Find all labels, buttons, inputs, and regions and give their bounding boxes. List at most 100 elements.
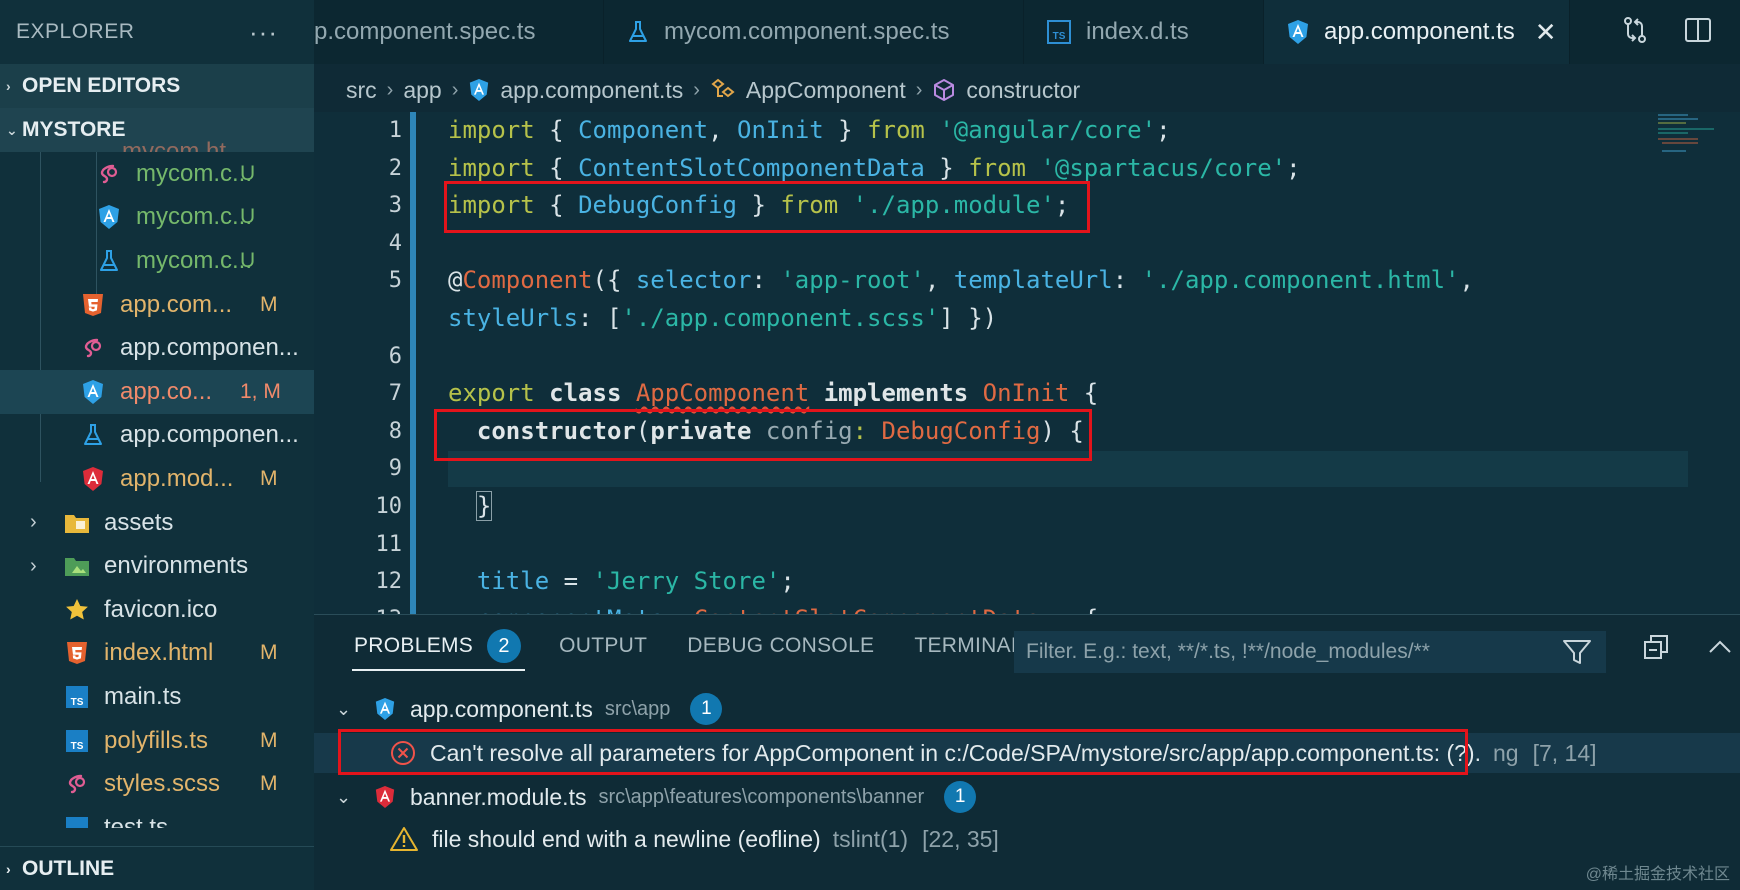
line-number: 1 [388, 118, 402, 143]
breadcrumb-item[interactable]: constructor [966, 77, 1080, 104]
tree-item-polyfills[interactable]: TS polyfills.ts M [0, 719, 314, 763]
tab-label: TERMINAL [914, 634, 1023, 657]
tree-item-main-ts[interactable]: TS main.ts [0, 675, 314, 719]
line-number: 9 [388, 456, 402, 482]
tree-folder-environments[interactable]: › environments [0, 544, 314, 588]
tree-item-label: mycom.c... [136, 246, 253, 274]
tree-item-mycom-spec[interactable]: mycom.c... U [0, 239, 314, 283]
code-line: export class AppComponent implements OnI… [448, 379, 1099, 408]
chevron-up-icon[interactable] [1706, 633, 1734, 666]
tree-item-test-ts[interactable]: TS test.ts [0, 806, 314, 828]
line-number: 10 [375, 493, 403, 519]
chevron-right-icon: › [451, 78, 459, 101]
method-cube-icon [932, 78, 956, 102]
problem-file-row[interactable]: ⌄ banner.module.ts src\app\features\comp… [314, 777, 1740, 817]
html5-icon [64, 640, 90, 666]
compare-changes-icon[interactable] [1620, 15, 1650, 50]
line-number: 12 [375, 569, 403, 595]
tree-item-app-module[interactable]: app.mod... M [0, 457, 314, 501]
breadcrumb-item[interactable]: app [403, 77, 441, 104]
tab-debug-console[interactable]: DEBUG CONSOLE [687, 615, 874, 677]
open-editors-section[interactable]: › OPEN EDITORS [0, 64, 314, 108]
tab-app-spec[interactable]: p.component.spec.ts [314, 0, 604, 64]
tab-terminal[interactable]: TERMINAL [914, 615, 1023, 677]
problem-file-name: banner.module.ts [410, 783, 587, 810]
line-number: 2 [388, 155, 402, 181]
problem-count-badge: 2 [487, 629, 522, 663]
tab-label: OUTPUT [559, 634, 648, 657]
highlight-box-error [338, 729, 1468, 775]
tab-label: mycom.component.spec.ts [664, 18, 950, 45]
tree-item-partial[interactable]: mycom.ht... [0, 128, 314, 152]
code-line: styleUrls: ['./app.component.scss'] }) [448, 303, 998, 332]
chevron-down-icon: ⌄ [336, 698, 352, 719]
tab-output[interactable]: OUTPUT [559, 615, 647, 677]
tree-item-app-scss[interactable]: app.componen... [0, 326, 314, 370]
line-number: 8 [388, 418, 402, 444]
angular-module-icon [80, 466, 106, 492]
git-status-badge: U [240, 161, 256, 185]
git-status-badge: U [240, 248, 256, 272]
watermark: @稀土掘金技术社区 [1585, 866, 1730, 883]
tab-mycom-spec[interactable]: mycom.component.spec.ts [604, 0, 1024, 64]
filter-placeholder: Filter. E.g.: text, **/*.ts, !**/node_mo… [1026, 640, 1430, 663]
tree-item-mycom-scss[interactable]: mycom.c... U [0, 152, 314, 196]
folder-icon [64, 553, 90, 579]
split-editor-icon[interactable] [1684, 16, 1712, 49]
tab-problems[interactable]: PROBLEMS 2 [351, 615, 526, 677]
filter-icon[interactable] [1562, 638, 1592, 672]
html5-icon [80, 292, 106, 318]
tree-item-label: assets [104, 508, 174, 536]
tree-item-index-html[interactable]: index.html M [0, 632, 314, 676]
angular-module-icon [374, 785, 396, 809]
chevron-right-icon: › [915, 78, 923, 101]
code-editor[interactable]: 1 2 3 4 5 6 7 8 9 10 11 12 13 import { C… [314, 112, 1740, 614]
panel-actions [1642, 633, 1734, 666]
collapse-all-icon[interactable] [1642, 633, 1670, 666]
minimap[interactable] [1656, 112, 1716, 162]
tree-item-mycom-ts[interactable]: mycom.c... U [0, 196, 314, 240]
star-icon [64, 597, 90, 623]
line-number: 4 [388, 230, 402, 256]
typescript-icon: TS [64, 684, 90, 710]
tree-item-app-spec[interactable]: app.componen... [0, 414, 314, 458]
tree-item-label: app.mod... [120, 464, 234, 492]
open-editors-label: OPEN EDITORS [22, 74, 181, 97]
problem-count-badge: 1 [690, 693, 723, 725]
warning-icon [390, 826, 418, 852]
git-status-badge: M [260, 292, 278, 316]
problem-row-warning[interactable]: file should end with a newline (eofline)… [314, 819, 1740, 859]
line-number: 7 [388, 381, 402, 407]
svg-text:TS: TS [71, 697, 84, 708]
chevron-right-icon: › [30, 554, 37, 577]
tree-item-app-html[interactable]: app.com... M [0, 283, 314, 327]
close-icon[interactable]: ✕ [1535, 17, 1557, 48]
tree-item-label: app.componen... [120, 421, 299, 449]
tree-item-label: app.com... [120, 290, 233, 318]
typescript-icon: TS [64, 728, 90, 754]
tree-item-label: favicon.ico [104, 595, 218, 623]
svg-text:TS: TS [1053, 31, 1066, 42]
problem-file-row[interactable]: ⌄ app.component.ts src\app 1 [314, 689, 1740, 729]
tree-item-label: mycom.ht... [122, 138, 247, 152]
tab-label: p.component.spec.ts [314, 18, 536, 45]
breadcrumb-item[interactable]: app.component.ts [500, 77, 683, 104]
tree-item-label: test.ts [104, 813, 169, 828]
chevron-down-icon: ⌄ [336, 786, 352, 807]
tree-item-styles[interactable]: styles.scss M [0, 762, 314, 806]
tree-item-label: styles.scss [104, 770, 221, 798]
outline-section[interactable]: › OUTLINE [0, 846, 314, 890]
tab-app-component[interactable]: app.component.ts ✕ [1264, 0, 1570, 64]
tree-folder-assets[interactable]: › assets [0, 501, 314, 545]
highlight-box-constructor [434, 409, 1092, 461]
breadcrumb-item[interactable]: src [346, 77, 377, 104]
problems-filter-input[interactable]: Filter. E.g.: text, **/*.ts, !**/node_mo… [1014, 631, 1606, 673]
tree-item-app-ts[interactable]: app.co... 1, M [0, 369, 314, 414]
chevron-right-icon: › [6, 78, 11, 94]
breadcrumb-item[interactable]: AppComponent [746, 77, 906, 104]
more-actions-icon[interactable]: ··· [249, 17, 278, 48]
tree-item-favicon[interactable]: favicon.ico [0, 588, 314, 632]
tab-index-d[interactable]: TS index.d.ts [1024, 0, 1264, 64]
